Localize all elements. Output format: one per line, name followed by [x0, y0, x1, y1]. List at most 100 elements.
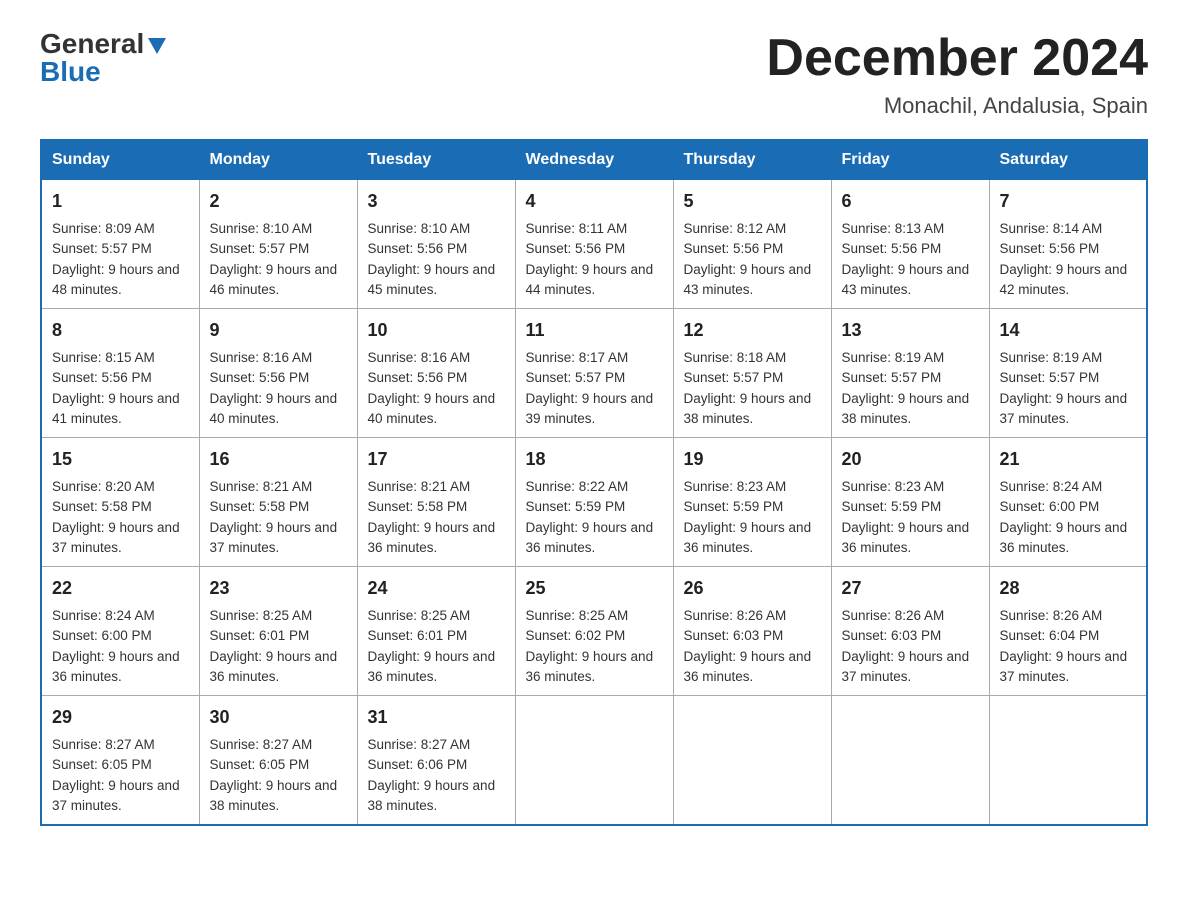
table-row: 22 Sunrise: 8:24 AM Sunset: 6:00 PM Dayl… [41, 567, 199, 696]
day-number: 17 [368, 446, 505, 473]
day-sunrise: Sunrise: 8:11 AM [526, 219, 663, 239]
day-daylight: Daylight: 9 hours and 37 minutes. [842, 647, 979, 688]
day-daylight: Daylight: 9 hours and 44 minutes. [526, 260, 663, 301]
day-number: 10 [368, 317, 505, 344]
day-daylight: Daylight: 9 hours and 38 minutes. [842, 389, 979, 430]
table-row: 8 Sunrise: 8:15 AM Sunset: 5:56 PM Dayli… [41, 309, 199, 438]
day-sunrise: Sunrise: 8:26 AM [684, 606, 821, 626]
day-sunrise: Sunrise: 8:10 AM [368, 219, 505, 239]
header-monday: Monday [199, 140, 357, 180]
table-row [673, 696, 831, 826]
day-sunrise: Sunrise: 8:25 AM [368, 606, 505, 626]
day-number: 9 [210, 317, 347, 344]
day-sunset: Sunset: 5:58 PM [368, 497, 505, 517]
day-daylight: Daylight: 9 hours and 41 minutes. [52, 389, 189, 430]
day-number: 28 [1000, 575, 1137, 602]
table-row: 30 Sunrise: 8:27 AM Sunset: 6:05 PM Dayl… [199, 696, 357, 826]
day-sunset: Sunset: 6:06 PM [368, 755, 505, 775]
table-row: 7 Sunrise: 8:14 AM Sunset: 5:56 PM Dayli… [989, 180, 1147, 309]
day-number: 6 [842, 188, 979, 215]
day-daylight: Daylight: 9 hours and 37 minutes. [52, 776, 189, 817]
day-sunset: Sunset: 5:56 PM [842, 239, 979, 259]
day-sunrise: Sunrise: 8:18 AM [684, 348, 821, 368]
calendar-week-3: 15 Sunrise: 8:20 AM Sunset: 5:58 PM Dayl… [41, 438, 1147, 567]
day-sunrise: Sunrise: 8:23 AM [842, 477, 979, 497]
table-row: 28 Sunrise: 8:26 AM Sunset: 6:04 PM Dayl… [989, 567, 1147, 696]
day-sunrise: Sunrise: 8:10 AM [210, 219, 347, 239]
day-sunrise: Sunrise: 8:26 AM [1000, 606, 1137, 626]
table-row: 21 Sunrise: 8:24 AM Sunset: 6:00 PM Dayl… [989, 438, 1147, 567]
page-header: General Blue December 2024 Monachil, And… [40, 30, 1148, 119]
table-row: 9 Sunrise: 8:16 AM Sunset: 5:56 PM Dayli… [199, 309, 357, 438]
day-daylight: Daylight: 9 hours and 36 minutes. [526, 518, 663, 559]
day-number: 29 [52, 704, 189, 731]
calendar-table: Sunday Monday Tuesday Wednesday Thursday… [40, 139, 1148, 826]
day-sunset: Sunset: 5:56 PM [210, 368, 347, 388]
table-row [831, 696, 989, 826]
day-daylight: Daylight: 9 hours and 40 minutes. [368, 389, 505, 430]
day-daylight: Daylight: 9 hours and 36 minutes. [684, 518, 821, 559]
table-row: 14 Sunrise: 8:19 AM Sunset: 5:57 PM Dayl… [989, 309, 1147, 438]
day-number: 25 [526, 575, 663, 602]
table-row: 25 Sunrise: 8:25 AM Sunset: 6:02 PM Dayl… [515, 567, 673, 696]
calendar-week-2: 8 Sunrise: 8:15 AM Sunset: 5:56 PM Dayli… [41, 309, 1147, 438]
day-number: 5 [684, 188, 821, 215]
table-row: 2 Sunrise: 8:10 AM Sunset: 5:57 PM Dayli… [199, 180, 357, 309]
table-row: 5 Sunrise: 8:12 AM Sunset: 5:56 PM Dayli… [673, 180, 831, 309]
day-number: 19 [684, 446, 821, 473]
day-sunset: Sunset: 5:58 PM [210, 497, 347, 517]
day-daylight: Daylight: 9 hours and 36 minutes. [368, 518, 505, 559]
table-row: 15 Sunrise: 8:20 AM Sunset: 5:58 PM Dayl… [41, 438, 199, 567]
day-sunset: Sunset: 6:00 PM [52, 626, 189, 646]
day-sunrise: Sunrise: 8:17 AM [526, 348, 663, 368]
day-sunset: Sunset: 5:56 PM [684, 239, 821, 259]
logo: General Blue [40, 30, 166, 86]
day-number: 14 [1000, 317, 1137, 344]
logo-general-text: General [40, 30, 144, 58]
day-sunset: Sunset: 6:04 PM [1000, 626, 1137, 646]
day-sunrise: Sunrise: 8:12 AM [684, 219, 821, 239]
day-sunset: Sunset: 5:57 PM [1000, 368, 1137, 388]
day-number: 7 [1000, 188, 1137, 215]
day-sunrise: Sunrise: 8:22 AM [526, 477, 663, 497]
day-number: 12 [684, 317, 821, 344]
day-sunrise: Sunrise: 8:24 AM [1000, 477, 1137, 497]
table-row: 11 Sunrise: 8:17 AM Sunset: 5:57 PM Dayl… [515, 309, 673, 438]
day-number: 18 [526, 446, 663, 473]
day-sunset: Sunset: 6:01 PM [368, 626, 505, 646]
table-row: 16 Sunrise: 8:21 AM Sunset: 5:58 PM Dayl… [199, 438, 357, 567]
table-row: 31 Sunrise: 8:27 AM Sunset: 6:06 PM Dayl… [357, 696, 515, 826]
day-sunrise: Sunrise: 8:25 AM [210, 606, 347, 626]
header-saturday: Saturday [989, 140, 1147, 180]
day-sunrise: Sunrise: 8:27 AM [52, 735, 189, 755]
day-sunset: Sunset: 6:00 PM [1000, 497, 1137, 517]
day-sunset: Sunset: 5:56 PM [52, 368, 189, 388]
day-number: 13 [842, 317, 979, 344]
table-row: 4 Sunrise: 8:11 AM Sunset: 5:56 PM Dayli… [515, 180, 673, 309]
calendar-header-row: Sunday Monday Tuesday Wednesday Thursday… [41, 140, 1147, 180]
day-sunset: Sunset: 5:57 PM [684, 368, 821, 388]
day-daylight: Daylight: 9 hours and 37 minutes. [210, 518, 347, 559]
day-number: 4 [526, 188, 663, 215]
day-sunset: Sunset: 6:03 PM [842, 626, 979, 646]
day-sunset: Sunset: 5:57 PM [52, 239, 189, 259]
table-row: 18 Sunrise: 8:22 AM Sunset: 5:59 PM Dayl… [515, 438, 673, 567]
header-tuesday: Tuesday [357, 140, 515, 180]
day-sunset: Sunset: 5:57 PM [842, 368, 979, 388]
day-sunrise: Sunrise: 8:24 AM [52, 606, 189, 626]
day-number: 23 [210, 575, 347, 602]
title-section: December 2024 Monachil, Andalusia, Spain [766, 30, 1148, 119]
day-sunrise: Sunrise: 8:13 AM [842, 219, 979, 239]
header-thursday: Thursday [673, 140, 831, 180]
day-number: 3 [368, 188, 505, 215]
day-sunrise: Sunrise: 8:27 AM [368, 735, 505, 755]
calendar-week-5: 29 Sunrise: 8:27 AM Sunset: 6:05 PM Dayl… [41, 696, 1147, 826]
table-row: 13 Sunrise: 8:19 AM Sunset: 5:57 PM Dayl… [831, 309, 989, 438]
header-friday: Friday [831, 140, 989, 180]
day-sunset: Sunset: 5:56 PM [526, 239, 663, 259]
header-wednesday: Wednesday [515, 140, 673, 180]
day-daylight: Daylight: 9 hours and 36 minutes. [52, 647, 189, 688]
day-sunrise: Sunrise: 8:16 AM [210, 348, 347, 368]
day-sunset: Sunset: 5:59 PM [684, 497, 821, 517]
day-daylight: Daylight: 9 hours and 37 minutes. [52, 518, 189, 559]
